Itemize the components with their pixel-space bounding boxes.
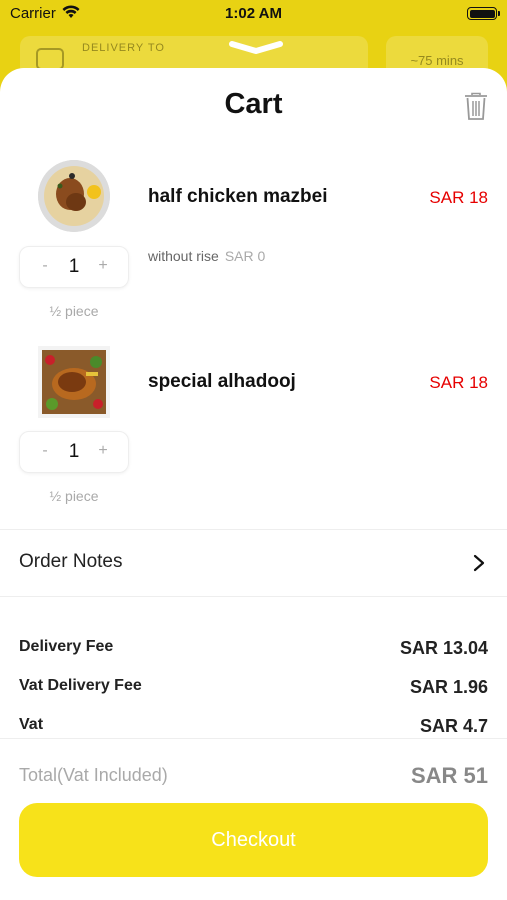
total-label: Total(Vat Included) <box>19 765 168 786</box>
order-notes-label: Order Notes <box>19 551 123 572</box>
divider <box>0 596 507 597</box>
fee-label: Vat Delivery Fee <box>19 677 142 694</box>
fee-value: SAR 4.7 <box>419 716 488 736</box>
delivery-truck-icon <box>36 48 64 70</box>
portion-label: ½ piece <box>49 303 99 319</box>
status-bar: Carrier 1:02 AM <box>0 0 507 28</box>
food-image <box>38 160 110 232</box>
item-price: SAR 18 <box>429 188 488 207</box>
item-price: SAR 18 <box>429 373 488 392</box>
item-option-label: without rise <box>148 248 219 264</box>
delivery-time-label: ~75 mins <box>410 53 464 68</box>
quantity-stepper: - 1 + <box>19 431 129 473</box>
fee-label: Vat <box>19 716 44 733</box>
delivery-label: DELIVERY TO <box>82 42 165 54</box>
checkout-panel: Total(Vat Included) SAR 51 Checkout <box>0 738 507 900</box>
item-name: half chicken mazbei <box>148 186 328 207</box>
chevron-down-icon[interactable] <box>228 40 284 56</box>
trash-icon[interactable] <box>464 92 488 120</box>
total-value: SAR 51 <box>410 763 488 788</box>
increment-button[interactable]: + <box>93 257 113 275</box>
order-notes-row[interactable]: Order Notes <box>0 530 507 596</box>
item-name: special alhadooj <box>148 371 296 392</box>
portion-label: ½ piece <box>49 488 99 504</box>
checkout-button[interactable]: Checkout <box>19 803 488 877</box>
item-option: without rise SAR 0 <box>148 248 265 264</box>
fee-row-vat-delivery: Vat Delivery Fee SAR 1.96 <box>19 677 488 703</box>
total-label-main: Total <box>19 765 58 785</box>
fee-row-delivery: Delivery Fee SAR 13.04 <box>19 638 488 664</box>
clock: 1:02 AM <box>225 5 282 22</box>
quantity-stepper: - 1 + <box>19 246 129 288</box>
fee-value: SAR 13.04 <box>399 638 488 658</box>
chevron-right-icon <box>473 554 485 572</box>
battery-icon <box>467 7 500 20</box>
increment-button[interactable]: + <box>93 442 113 460</box>
cart-sheet: Cart half chicken mazbei SAR 18 without … <box>0 68 507 900</box>
fee-label: Delivery Fee <box>19 638 114 655</box>
page-title: Cart <box>224 88 283 120</box>
total-label-sub: (Vat Included) <box>57 765 168 785</box>
food-image <box>38 346 110 418</box>
fee-value: SAR 1.96 <box>409 677 488 697</box>
item-option-price: SAR 0 <box>224 248 266 264</box>
